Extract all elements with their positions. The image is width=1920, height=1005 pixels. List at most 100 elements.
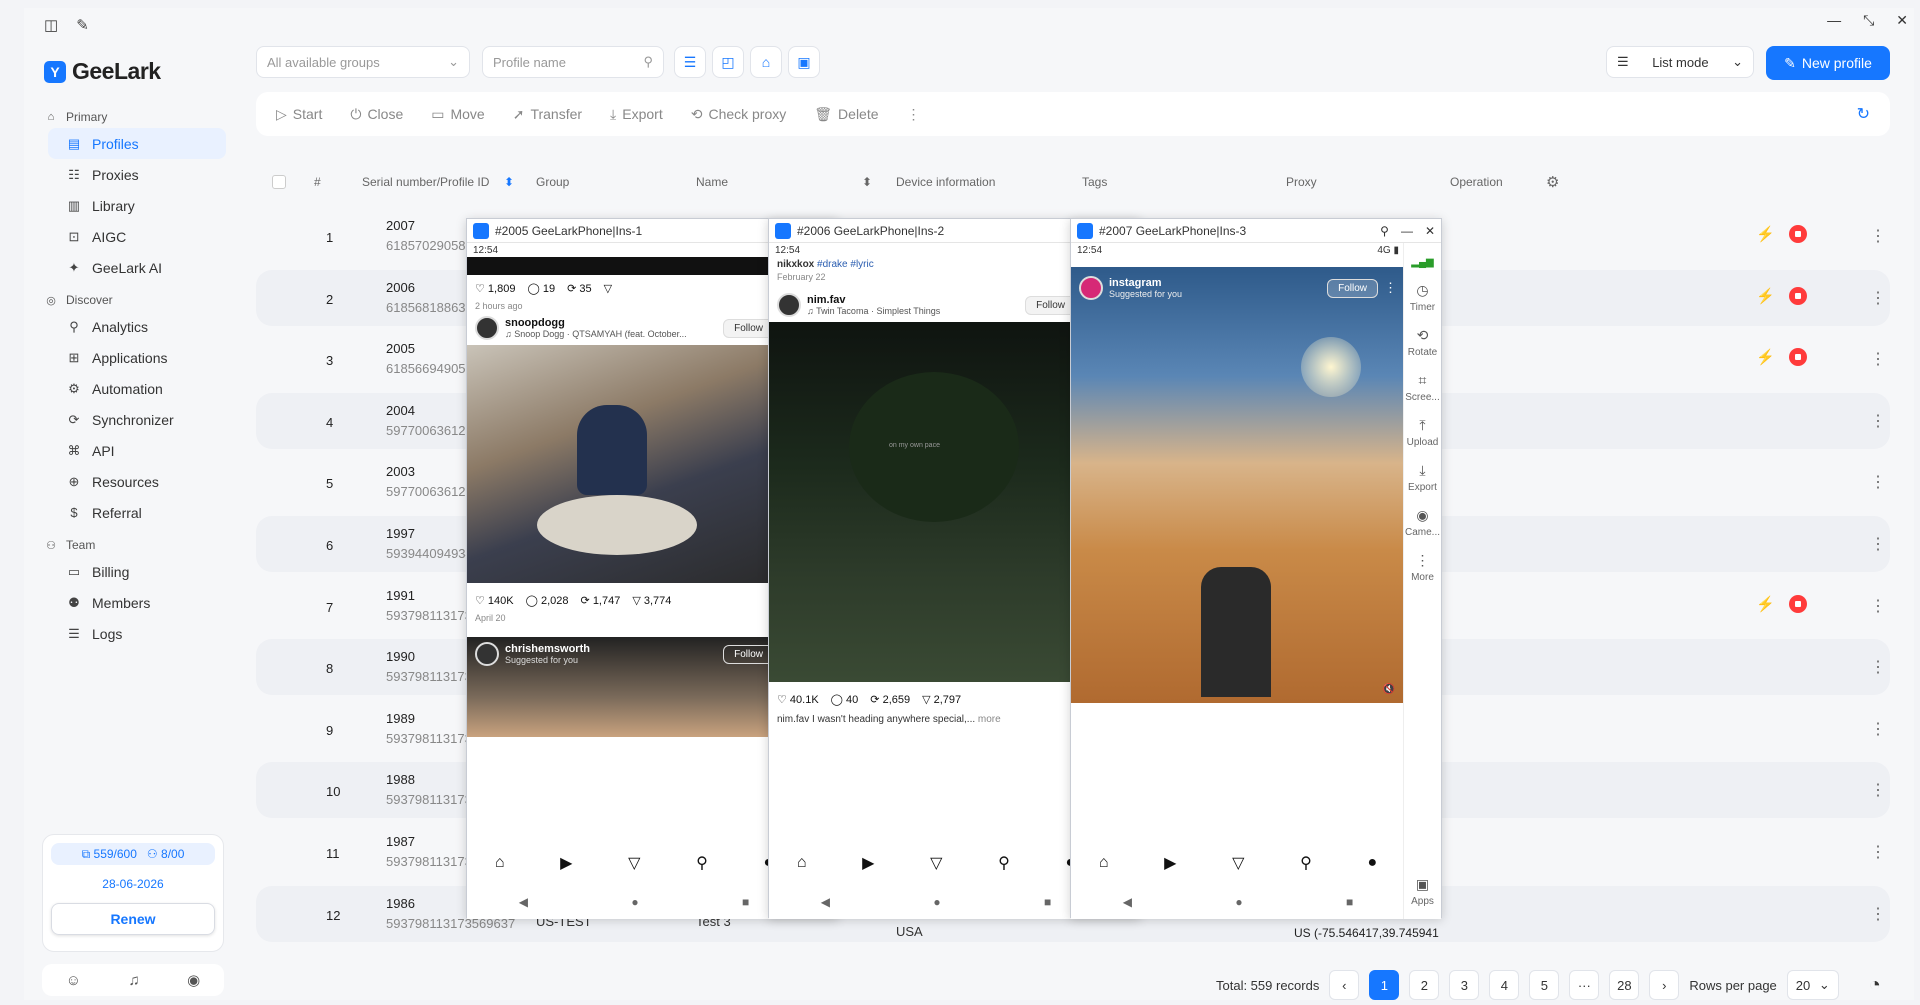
row-more-icon[interactable]: ⋮ (1870, 288, 1886, 308)
stop-button[interactable] (1788, 286, 1807, 305)
sidebar-item-logs[interactable]: ☰ Logs (48, 618, 226, 649)
export-button[interactable]: ⤓ Export (610, 106, 663, 123)
share-icon[interactable]: ▽ (604, 282, 612, 295)
sidebar-item-geelark-ai[interactable]: ✦ GeeLark AI (48, 252, 226, 283)
row-more-icon[interactable]: ⋮ (1870, 780, 1886, 800)
check-proxy-button[interactable]: ⟲ Check proxy (691, 106, 787, 123)
sidebar-item-billing[interactable]: ▭ Billing (48, 556, 226, 587)
transfer-button[interactable]: ➚ Transfer (513, 106, 582, 123)
column-settings-icon[interactable]: ⚙ (1546, 173, 1559, 191)
renew-button[interactable]: Renew (51, 903, 215, 935)
filter-settings-button[interactable]: ☰ (674, 46, 706, 78)
close-button[interactable]: ⏻ Close (350, 106, 403, 123)
back-icon[interactable]: ◀ (821, 895, 830, 909)
row-more-icon[interactable]: ⋮ (1870, 842, 1886, 862)
apps-control[interactable]: ▣Apps (1411, 876, 1434, 907)
repost-icon[interactable]: ⟳ 35 (567, 282, 592, 295)
group-select[interactable]: All available groups ⌄ (256, 46, 470, 78)
row-more-icon[interactable]: ⋮ (1870, 904, 1886, 924)
profile-search-input[interactable]: Profile name ⚲ (482, 46, 664, 78)
row-more-icon[interactable]: ⋮ (1870, 226, 1886, 246)
sort-name-icon[interactable]: ⬍ (862, 175, 872, 189)
row-more-icon[interactable]: ⋮ (1870, 657, 1886, 677)
reels-icon[interactable]: ▶ (862, 853, 874, 873)
bolt-icon[interactable]: ⚡ (1756, 287, 1775, 305)
row-more-icon[interactable]: ⋮ (1870, 472, 1886, 492)
avatar[interactable] (777, 293, 801, 317)
home-circle-icon[interactable]: ● (933, 895, 940, 909)
stop-button[interactable] (1788, 348, 1807, 367)
send-icon[interactable]: ▽ (628, 853, 640, 873)
next-page-button[interactable]: › (1649, 970, 1680, 1000)
avatar[interactable] (475, 642, 499, 666)
account-icon[interactable]: ◉ (187, 971, 200, 989)
search-icon[interactable]: ⚲ (1300, 853, 1312, 873)
bell-icon[interactable]: ♫ (128, 972, 139, 989)
prev-page-button[interactable]: ‹ (1329, 970, 1360, 1000)
heart-icon[interactable]: ♡ 140K (475, 594, 514, 607)
send-icon[interactable]: ▽ (1232, 853, 1244, 873)
minimize-icon[interactable]: — (1401, 224, 1413, 238)
close-window-icon[interactable]: ✕ (1896, 12, 1908, 29)
home-circle-icon[interactable]: ● (631, 895, 638, 909)
follow-button[interactable]: Follow (1025, 295, 1076, 315)
new-profile-button[interactable]: ✎ New profile (1766, 46, 1890, 80)
rotate-control[interactable]: ⟲Rotate (1408, 327, 1437, 358)
page-3[interactable]: 3 (1449, 970, 1480, 1000)
home-icon[interactable]: ⌂ (1099, 854, 1109, 872)
sidebar-item-library[interactable]: ▥ Library (48, 190, 226, 221)
page-5[interactable]: 5 (1529, 970, 1560, 1000)
phone-screen[interactable]: 12:544G ▮ ♡ 1,809 ◯ 19 ⟳ 35 ▽ ⚐ 2 hours … (467, 243, 801, 919)
tag-button[interactable]: ⌂ (750, 46, 782, 78)
recents-icon[interactable]: ■ (1346, 895, 1353, 909)
minimize-icon[interactable]: — (1827, 12, 1841, 29)
group-button[interactable]: ◰ (712, 46, 744, 78)
sidebar-item-proxies[interactable]: ☷ Proxies (48, 159, 226, 190)
repost-icon[interactable]: ⟳ 1,747 (581, 594, 621, 607)
recents-icon[interactable]: ■ (742, 895, 749, 909)
stop-button[interactable] (1788, 225, 1807, 243)
stop-button[interactable] (1788, 594, 1807, 613)
instagram-avatar[interactable] (1079, 276, 1103, 300)
row-more-icon[interactable]: ⋮ (1870, 596, 1886, 616)
sidebar-item-aigc[interactable]: ⊡ AIGC (48, 221, 226, 252)
search-icon[interactable]: ⚲ (696, 853, 708, 873)
sidebar-item-analytics[interactable]: ⚲ Analytics (48, 311, 226, 342)
phone-window-3[interactable]: #2007 GeeLarkPhone|Ins-3 ⚲ — ✕ 12:54 4G ▮ i… (1070, 218, 1442, 919)
page-2[interactable]: 2 (1409, 970, 1440, 1000)
sidebar-item-referral[interactable]: $ Referral (48, 497, 226, 528)
profile-avatar-icon[interactable]: ● (1367, 854, 1377, 872)
move-button[interactable]: ▭ Move (431, 106, 484, 123)
more-control[interactable]: ⋮More (1411, 552, 1434, 583)
camera-control[interactable]: ◉Came... (1405, 507, 1440, 538)
export-control[interactable]: ⤓Export (1408, 462, 1437, 493)
sidebar-item-api[interactable]: ⌘ API (48, 435, 226, 466)
upload-control[interactable]: ⤒Upload (1407, 417, 1439, 448)
more-actions-icon[interactable]: ⋮ (907, 106, 921, 123)
home-icon[interactable]: ⌂ (495, 854, 505, 872)
header-serial[interactable]: Serial number/Profile ID (362, 175, 489, 189)
heart-icon[interactable]: ♡ 1,809 (475, 282, 515, 295)
close-icon[interactable]: ✕ (1425, 224, 1435, 238)
sort-icon[interactable]: ⬍ (504, 175, 514, 189)
pin-icon[interactable]: ⚲ (1380, 224, 1389, 238)
start-button[interactable]: ▷ Start (276, 106, 322, 123)
row-more-icon[interactable]: ⋮ (1870, 719, 1886, 739)
sidebar-item-resources[interactable]: ⊕ Resources (48, 466, 226, 497)
row-more-icon[interactable]: ⋮ (1870, 349, 1886, 369)
post-video[interactable]: instagram Suggested for you Follow ⋮ 🔇 (1071, 267, 1405, 703)
delete-button[interactable]: 🗑 Delete (814, 106, 878, 123)
home-circle-icon[interactable]: ● (1235, 895, 1242, 909)
row-more-icon[interactable]: ⋮ (1870, 411, 1886, 431)
sidebar-item-members[interactable]: ⚉ Members (48, 587, 226, 618)
follow-button[interactable]: Follow (1327, 278, 1378, 298)
phone-screen[interactable]: 12:54 4G ▮ instagram Suggested for you Fol… (1071, 243, 1405, 919)
reels-icon[interactable]: ▶ (1164, 853, 1176, 873)
screenshot-control[interactable]: ⌗Scree... (1405, 372, 1439, 403)
select-all-checkbox[interactable] (272, 175, 286, 189)
row-more-icon[interactable]: ⋮ (1870, 534, 1886, 554)
sidebar-item-profiles[interactable]: ▤ Profiles (48, 128, 226, 159)
share-icon[interactable]: ▽ 3,774 (632, 594, 671, 607)
comment-icon[interactable]: ◯ 40 (831, 693, 859, 706)
bolt-icon[interactable]: ⚡ (1756, 348, 1775, 366)
